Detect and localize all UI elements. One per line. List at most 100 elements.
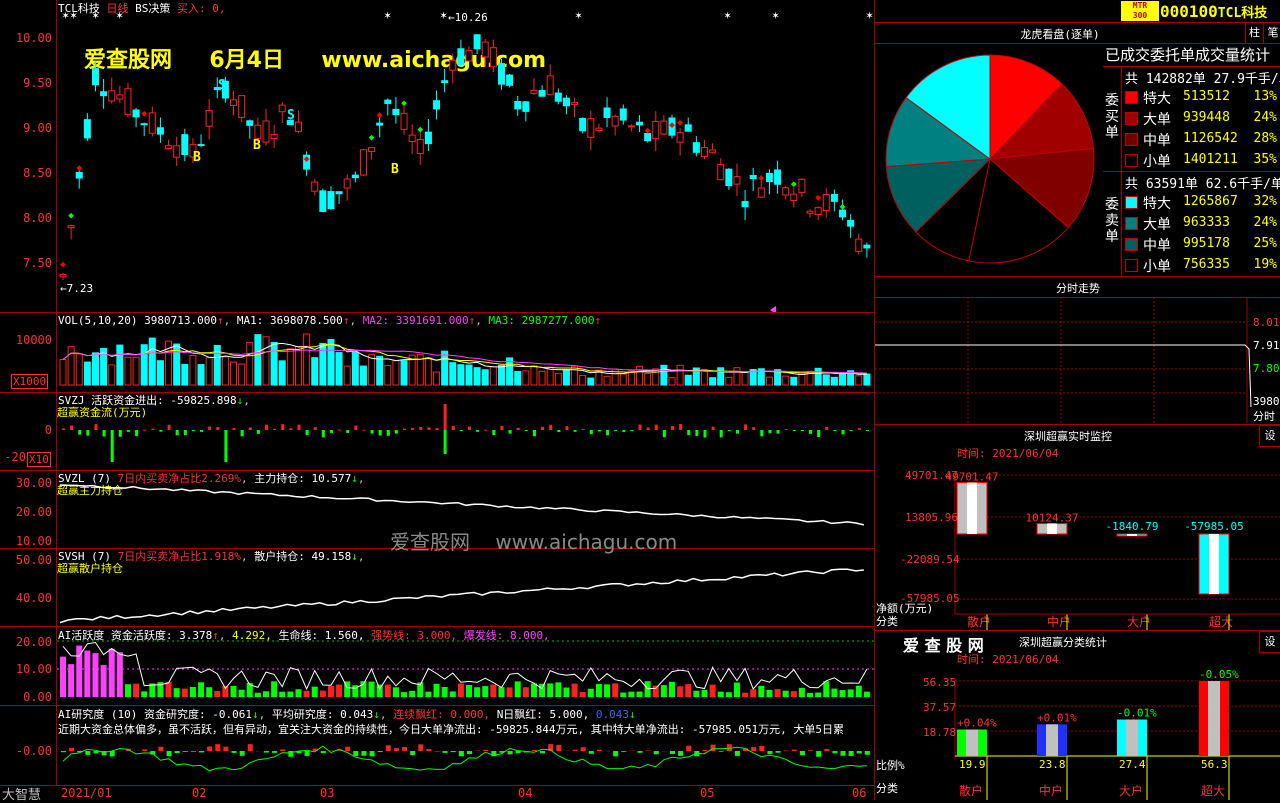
signal-dot: [815, 195, 821, 201]
research-bar: [613, 751, 618, 756]
volume-bar: [369, 355, 375, 385]
research-bar: [865, 751, 870, 755]
volume-bar: [791, 377, 797, 385]
candle-body: [442, 81, 448, 83]
research-bar: [597, 750, 602, 751]
research-bar: [719, 751, 724, 752]
research-bar: [800, 751, 805, 755]
research-bar: [816, 751, 821, 757]
candle-body: [320, 191, 326, 212]
star-marker: ✶: [724, 8, 731, 22]
fund-bar: [216, 427, 219, 430]
fund-bar: [273, 429, 276, 430]
activity-bar: [117, 652, 123, 697]
svsh-chart[interactable]: [0, 548, 874, 626]
stat-name: 大单: [1143, 109, 1171, 129]
monitor-tick: 13805.96: [905, 511, 958, 524]
ai-research-chart[interactable]: [0, 705, 874, 785]
fund-bar: [768, 430, 771, 433]
class-bar-chart[interactable]: +0.04%19.9散户+0.01%23.8中户-0.01%27.4大户-0.0…: [875, 650, 1280, 800]
fund-bar: [703, 430, 706, 437]
activity-bar: [239, 690, 245, 697]
research-bar: [248, 744, 253, 751]
stat-pct: 19%: [1254, 257, 1277, 272]
activity-bar: [539, 684, 545, 697]
candle-body: [612, 116, 618, 126]
activity-bar: [783, 691, 789, 697]
signal-dot: [377, 112, 383, 118]
candle-body: [328, 192, 334, 209]
svzj-chart[interactable]: [0, 392, 874, 470]
candle-body: [693, 143, 699, 153]
candle-body: [174, 146, 180, 157]
main-chart-area[interactable]: TCL科技 日线 BS决策 买入: 0, 爱查股网 6月4日 www.aicha…: [0, 0, 874, 800]
candle-body: [677, 133, 683, 142]
activity-bar: [734, 683, 740, 697]
activity-bar: [482, 686, 488, 697]
fund-bar: [192, 430, 195, 431]
volume-bar: [84, 362, 90, 385]
candle-body: [458, 49, 464, 65]
candle-body: [206, 111, 212, 127]
minute-chart[interactable]: [875, 297, 1280, 423]
activity-bar: [580, 692, 586, 697]
activity-bar: [848, 689, 854, 697]
candle-body: [718, 164, 724, 179]
activity-bar: [442, 687, 448, 697]
activity-bar: [133, 684, 139, 697]
activity-bar: [84, 651, 90, 697]
stat-value: 995178: [1183, 236, 1230, 251]
fund-bar: [655, 425, 658, 430]
fund-bar: [379, 430, 382, 436]
order-pie-chart[interactable]: [875, 44, 1105, 274]
bar-toggle-button[interactable]: 柱: [1245, 23, 1263, 43]
activity-bar: [588, 689, 594, 697]
research-bar: [451, 751, 456, 752]
candle-body: [588, 119, 594, 138]
mtr-logo: MTR 300: [1121, 1, 1159, 21]
stat-name: 中单: [1143, 130, 1171, 150]
class-unit: 比例%: [876, 757, 905, 773]
candle-body: [157, 128, 163, 134]
candle-body: [710, 150, 716, 152]
volume-chart[interactable]: [0, 312, 874, 392]
fund-bar: [557, 430, 560, 432]
volume-bar: [190, 356, 196, 385]
research-bar: [532, 750, 537, 751]
activity-bar: [653, 686, 659, 697]
ai-active-chart[interactable]: [0, 626, 874, 705]
activity-bar: [669, 682, 675, 697]
stat-row: 小单 1401211 35%: [1125, 150, 1279, 170]
signal-dot: [141, 111, 147, 117]
volume-bar: [864, 374, 870, 385]
fund-bar: [444, 430, 447, 454]
research-bar: [85, 751, 90, 755]
activity-bar: [612, 683, 618, 697]
candle-body: [312, 182, 318, 191]
research-bar: [426, 749, 431, 751]
fund-bar: [306, 430, 309, 435]
research-bar: [386, 745, 391, 751]
candle-body: [482, 42, 488, 57]
activity-bar: [214, 691, 220, 697]
activity-bar: [775, 689, 781, 697]
activity-bar: [604, 684, 610, 697]
fund-bar: [403, 429, 406, 430]
class-bar-delta: +0.04%: [957, 717, 997, 730]
stroke-toggle-button[interactable]: 笔: [1263, 23, 1280, 43]
signal-dot: [60, 262, 66, 268]
volume-bar: [580, 376, 586, 385]
class-tick: 18.78: [923, 726, 956, 739]
candle-body: [336, 192, 342, 194]
research-bar: [272, 751, 277, 753]
fund-bar: [119, 430, 122, 437]
buy-signal: B: [253, 138, 261, 153]
monitor-cat: 分类: [876, 613, 898, 629]
class-bar-label: 大户: [1119, 783, 1143, 798]
fund-bar: [86, 430, 89, 436]
monitor-bar-highlight: [1209, 534, 1219, 594]
fund-bar: [606, 430, 609, 435]
candlestick-chart[interactable]: ✶✶✶✶✶✶✶✶✶✶: [0, 0, 874, 312]
signal-dot: [645, 128, 651, 134]
monitor-bar-highlight: [967, 483, 977, 534]
